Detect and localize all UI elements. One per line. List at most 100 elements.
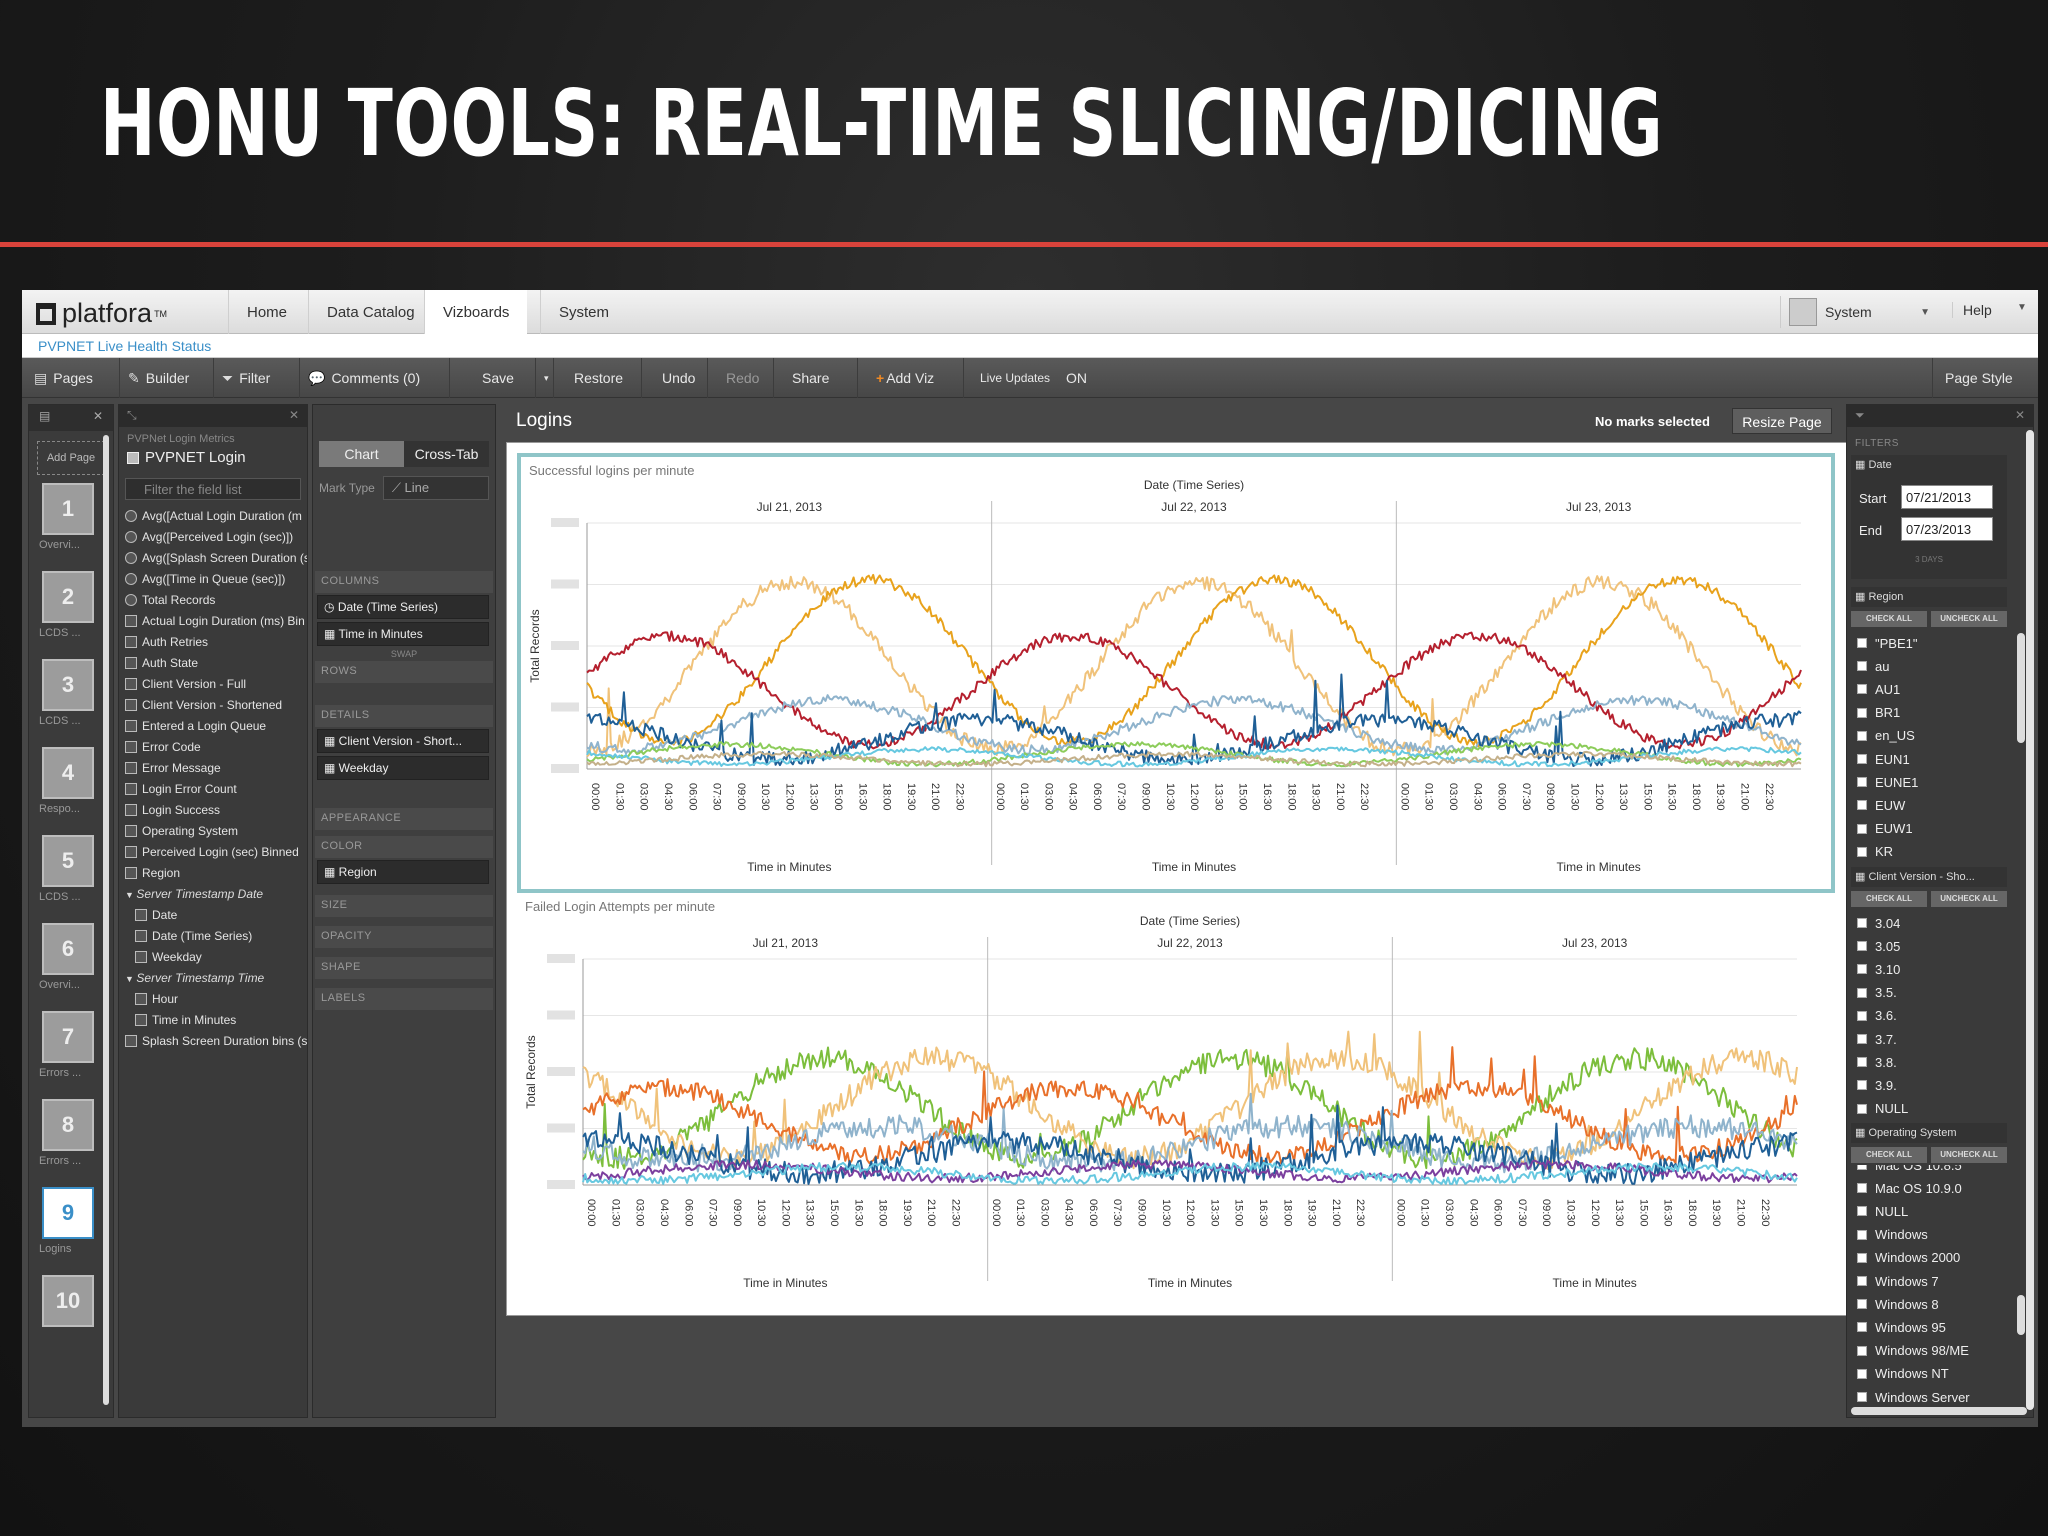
field-item[interactable]: Login Error Count: [119, 779, 307, 800]
pages-scrollbar[interactable]: [103, 435, 109, 1405]
checkbox[interactable]: [1857, 987, 1867, 998]
page-scrollbar[interactable]: [2026, 430, 2034, 1410]
page-thumbnail-5[interactable]: 5: [42, 835, 94, 887]
checkbox[interactable]: [1857, 1276, 1867, 1286]
checkbox[interactable]: [1857, 1299, 1867, 1310]
os-option[interactable]: Windows Server: [1857, 1387, 2007, 1407]
os-option[interactable]: Windows: [1857, 1225, 2007, 1245]
nav-home[interactable]: Home: [228, 290, 305, 334]
breadcrumb[interactable]: PVPNET Live Health Status: [22, 334, 2038, 358]
user-menu[interactable]: System ▼: [1780, 296, 1930, 328]
page-thumbnail-8[interactable]: 8: [42, 1099, 94, 1151]
save-button[interactable]: Save: [460, 358, 536, 398]
checkbox[interactable]: [1857, 754, 1867, 764]
field-item[interactable]: Avg([Time in Queue (sec)]): [119, 569, 307, 590]
resize-page-button[interactable]: Resize Page: [1732, 408, 1832, 434]
checkbox[interactable]: [1857, 661, 1867, 672]
checkbox[interactable]: [1857, 1165, 1867, 1170]
page-thumbnail-6[interactable]: 6: [42, 923, 94, 975]
field-item[interactable]: Avg([Splash Screen Duration (s: [119, 548, 307, 569]
field-item[interactable]: Splash Screen Duration bins (s: [119, 1031, 307, 1052]
detail-pill-weekday[interactable]: ▦ Weekday: [317, 756, 489, 780]
color-pill-region[interactable]: ▦ Region: [317, 860, 489, 884]
os-option[interactable]: Mac OS 10.8.5: [1857, 1165, 2007, 1175]
field-item[interactable]: Avg([Perceived Login (sec)]): [119, 527, 307, 548]
checkbox[interactable]: [1857, 684, 1867, 695]
close-icon[interactable]: ✕: [93, 409, 103, 427]
os-option[interactable]: Windows 8: [1857, 1294, 2007, 1314]
field-item[interactable]: Actual Login Duration (ms) Bin: [119, 611, 307, 632]
field-item[interactable]: Error Message: [119, 758, 307, 779]
platfora-logo[interactable]: platfora TM: [36, 298, 167, 329]
client-version-option[interactable]: 3.05: [1857, 936, 2007, 956]
checkbox[interactable]: [1857, 918, 1867, 928]
labels-section[interactable]: LABELS: [315, 988, 493, 1010]
field-item[interactable]: Error Code: [119, 737, 307, 758]
start-date-input[interactable]: [1901, 485, 1993, 509]
region-option[interactable]: en_US: [1857, 726, 2007, 746]
save-menu-chevron-icon[interactable]: ▾: [536, 358, 554, 398]
field-item[interactable]: ▼ Server Timestamp Date: [119, 884, 307, 905]
page-thumbnail-4[interactable]: 4: [42, 747, 94, 799]
client-version-option[interactable]: 3.6.: [1857, 1006, 2007, 1026]
size-section[interactable]: SIZE: [315, 895, 493, 917]
checkbox[interactable]: [1857, 823, 1867, 834]
checkbox[interactable]: [1857, 1010, 1867, 1021]
field-item[interactable]: Login Success: [119, 800, 307, 821]
field-item[interactable]: Client Version - Full: [119, 674, 307, 695]
filters-horizontal-scrollbar[interactable]: [1851, 1407, 2027, 1415]
checkbox[interactable]: [1857, 777, 1867, 788]
successful-logins-chart[interactable]: Successful logins per minute Date (Time …: [517, 453, 1835, 893]
os-option[interactable]: Windows 2000: [1857, 1248, 2007, 1268]
add-viz-button[interactable]: + Add Viz: [868, 358, 964, 398]
checkbox[interactable]: [1857, 1368, 1867, 1379]
failed-logins-chart[interactable]: Failed Login Attempts per minute Date (T…: [517, 893, 1835, 1313]
checkbox[interactable]: [1857, 1080, 1867, 1091]
field-item[interactable]: Auth Retries: [119, 632, 307, 653]
page-style-button[interactable]: Page Style: [1932, 358, 2036, 398]
field-item[interactable]: Weekday: [119, 947, 307, 968]
chart-tab[interactable]: Chart: [319, 441, 404, 467]
client-version-option[interactable]: 3.5.: [1857, 983, 2007, 1003]
opacity-section[interactable]: OPACITY: [315, 926, 493, 948]
field-item[interactable]: Entered a Login Queue: [119, 716, 307, 737]
filter-button[interactable]: ⏷ Filter: [214, 358, 300, 398]
share-button[interactable]: Share: [774, 358, 858, 398]
detail-pill-client-version[interactable]: ▦ Client Version - Short...: [317, 729, 489, 753]
checkbox[interactable]: [1857, 1057, 1867, 1068]
crosstab-tab[interactable]: Cross-Tab: [404, 441, 489, 467]
page-thumbnail-2[interactable]: 2: [42, 571, 94, 623]
checkbox[interactable]: [1857, 1183, 1867, 1194]
client-uncheck-all-button[interactable]: UNCHECK ALL: [1931, 891, 2007, 907]
region-option[interactable]: EUN1: [1857, 749, 2007, 769]
column-pill-time[interactable]: ▦ Time in Minutes: [317, 622, 489, 646]
checkbox[interactable]: [1857, 638, 1867, 648]
field-item[interactable]: Avg([Actual Login Duration (m: [119, 506, 307, 527]
checkbox[interactable]: [1857, 1345, 1867, 1356]
region-option[interactable]: "PBE1": [1857, 633, 2007, 653]
page-thumbnail-9[interactable]: 9: [42, 1187, 94, 1239]
shape-section[interactable]: SHAPE: [315, 957, 493, 979]
field-item[interactable]: Date (Time Series): [119, 926, 307, 947]
field-item[interactable]: Time in Minutes: [119, 1010, 307, 1031]
nav-system[interactable]: System: [540, 290, 627, 334]
nav-vizboards[interactable]: Vizboards: [424, 290, 528, 334]
field-item[interactable]: Date: [119, 905, 307, 926]
region-option[interactable]: EUW: [1857, 795, 2007, 815]
dataset-name[interactable]: PVPNET Login: [119, 447, 307, 472]
client-version-option[interactable]: 3.04: [1857, 913, 2007, 933]
os-uncheck-all-button[interactable]: UNCHECK ALL: [1931, 1147, 2007, 1163]
checkbox[interactable]: [1857, 941, 1867, 952]
checkbox[interactable]: [1857, 1392, 1867, 1402]
page-thumbnail-10[interactable]: 10: [42, 1275, 94, 1327]
viz-title[interactable]: Logins: [516, 410, 572, 432]
checkbox[interactable]: [1857, 846, 1867, 857]
series-line-2[interactable]: [586, 630, 1802, 750]
live-updates-toggle[interactable]: ON: [1058, 358, 1104, 398]
page-thumbnail-7[interactable]: 7: [42, 1011, 94, 1063]
checkbox[interactable]: [1857, 1103, 1867, 1114]
field-filter-input[interactable]: Filter the field list: [125, 478, 301, 500]
checkbox[interactable]: [1857, 730, 1867, 741]
checkbox[interactable]: [1857, 1034, 1867, 1044]
end-date-input[interactable]: [1901, 517, 1993, 541]
